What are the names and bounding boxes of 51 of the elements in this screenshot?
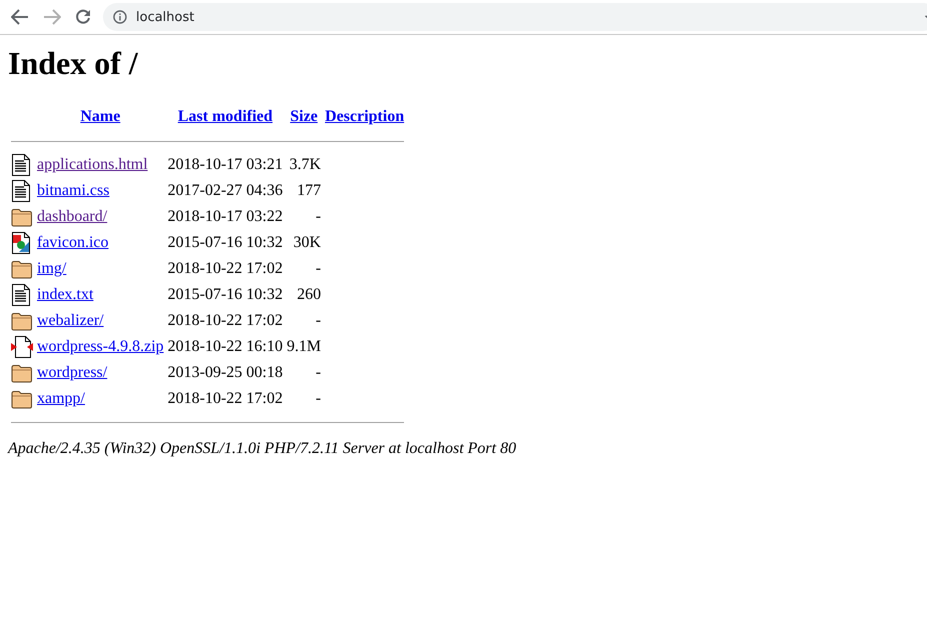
file-size: - (316, 312, 321, 329)
modified-date: 2018-10-22 17:02 (168, 390, 283, 407)
modified-date: 2013-09-25 00:18 (168, 364, 283, 381)
file-size: - (316, 364, 321, 381)
modified-date: 2017-02-27 04:36 (168, 182, 283, 199)
file-size: 260 (296, 286, 321, 303)
file-size: - (316, 260, 321, 277)
modified-date: 2018-10-22 17:02 (168, 312, 283, 329)
file-link[interactable]: xampp/ (37, 390, 85, 407)
file-size: 9.1M (286, 338, 321, 355)
back-icon[interactable] (11, 9, 29, 25)
file-link[interactable]: wordpress-4.9.8.zip (37, 338, 164, 355)
document-icon (11, 284, 31, 306)
modified-date: 2018-10-17 03:21 (168, 156, 283, 173)
file-size: - (316, 390, 321, 407)
folder-icon (11, 311, 32, 331)
page-title: Index of / (8, 45, 138, 82)
folder-icon (11, 207, 32, 227)
file-link[interactable]: favicon.ico (37, 234, 109, 251)
reload-icon[interactable] (75, 9, 91, 25)
modified-date: 2018-10-22 17:02 (168, 260, 283, 277)
column-header-link[interactable]: Description (324, 108, 404, 125)
modified-date: 2018-10-22 16:10 (168, 338, 283, 355)
file-size: 177 (296, 182, 321, 199)
file-size: 3.7K (289, 156, 321, 173)
modified-date: 2015-07-16 10:32 (168, 234, 283, 251)
modified-date: 2015-07-16 10:32 (168, 286, 283, 303)
url-text: localhost (136, 10, 194, 24)
column-header-link[interactable]: Size (290, 108, 318, 125)
server-signature: Apache/2.4.35 (Win32) OpenSSL/1.1.0i PHP/7.2.11 Server at localhost Port 80 (8, 440, 516, 458)
document-icon (11, 154, 31, 176)
file-link[interactable]: bitnami.css (37, 182, 110, 199)
file-size: - (316, 208, 321, 225)
document-icon (11, 180, 31, 202)
file-link[interactable]: applications.html (37, 156, 148, 173)
folder-icon (11, 259, 32, 279)
file-link[interactable]: dashboard/ (37, 208, 108, 225)
file-link[interactable]: webalizer/ (37, 312, 104, 329)
info-icon[interactable] (113, 10, 127, 24)
column-header-link[interactable]: Last modified (178, 108, 273, 125)
file-size: 30K (293, 234, 321, 251)
archive-file-icon (11, 336, 33, 358)
modified-date: 2018-10-17 03:22 (168, 208, 283, 225)
folder-icon (11, 363, 32, 383)
address-bar[interactable]: localhost (103, 3, 927, 31)
file-link[interactable]: img/ (37, 260, 66, 277)
column-header-link[interactable]: Name (80, 108, 120, 125)
file-link[interactable]: wordpress/ (37, 364, 108, 381)
folder-icon (11, 389, 32, 409)
image-file-icon (11, 232, 31, 254)
file-link[interactable]: index.txt (37, 286, 94, 303)
